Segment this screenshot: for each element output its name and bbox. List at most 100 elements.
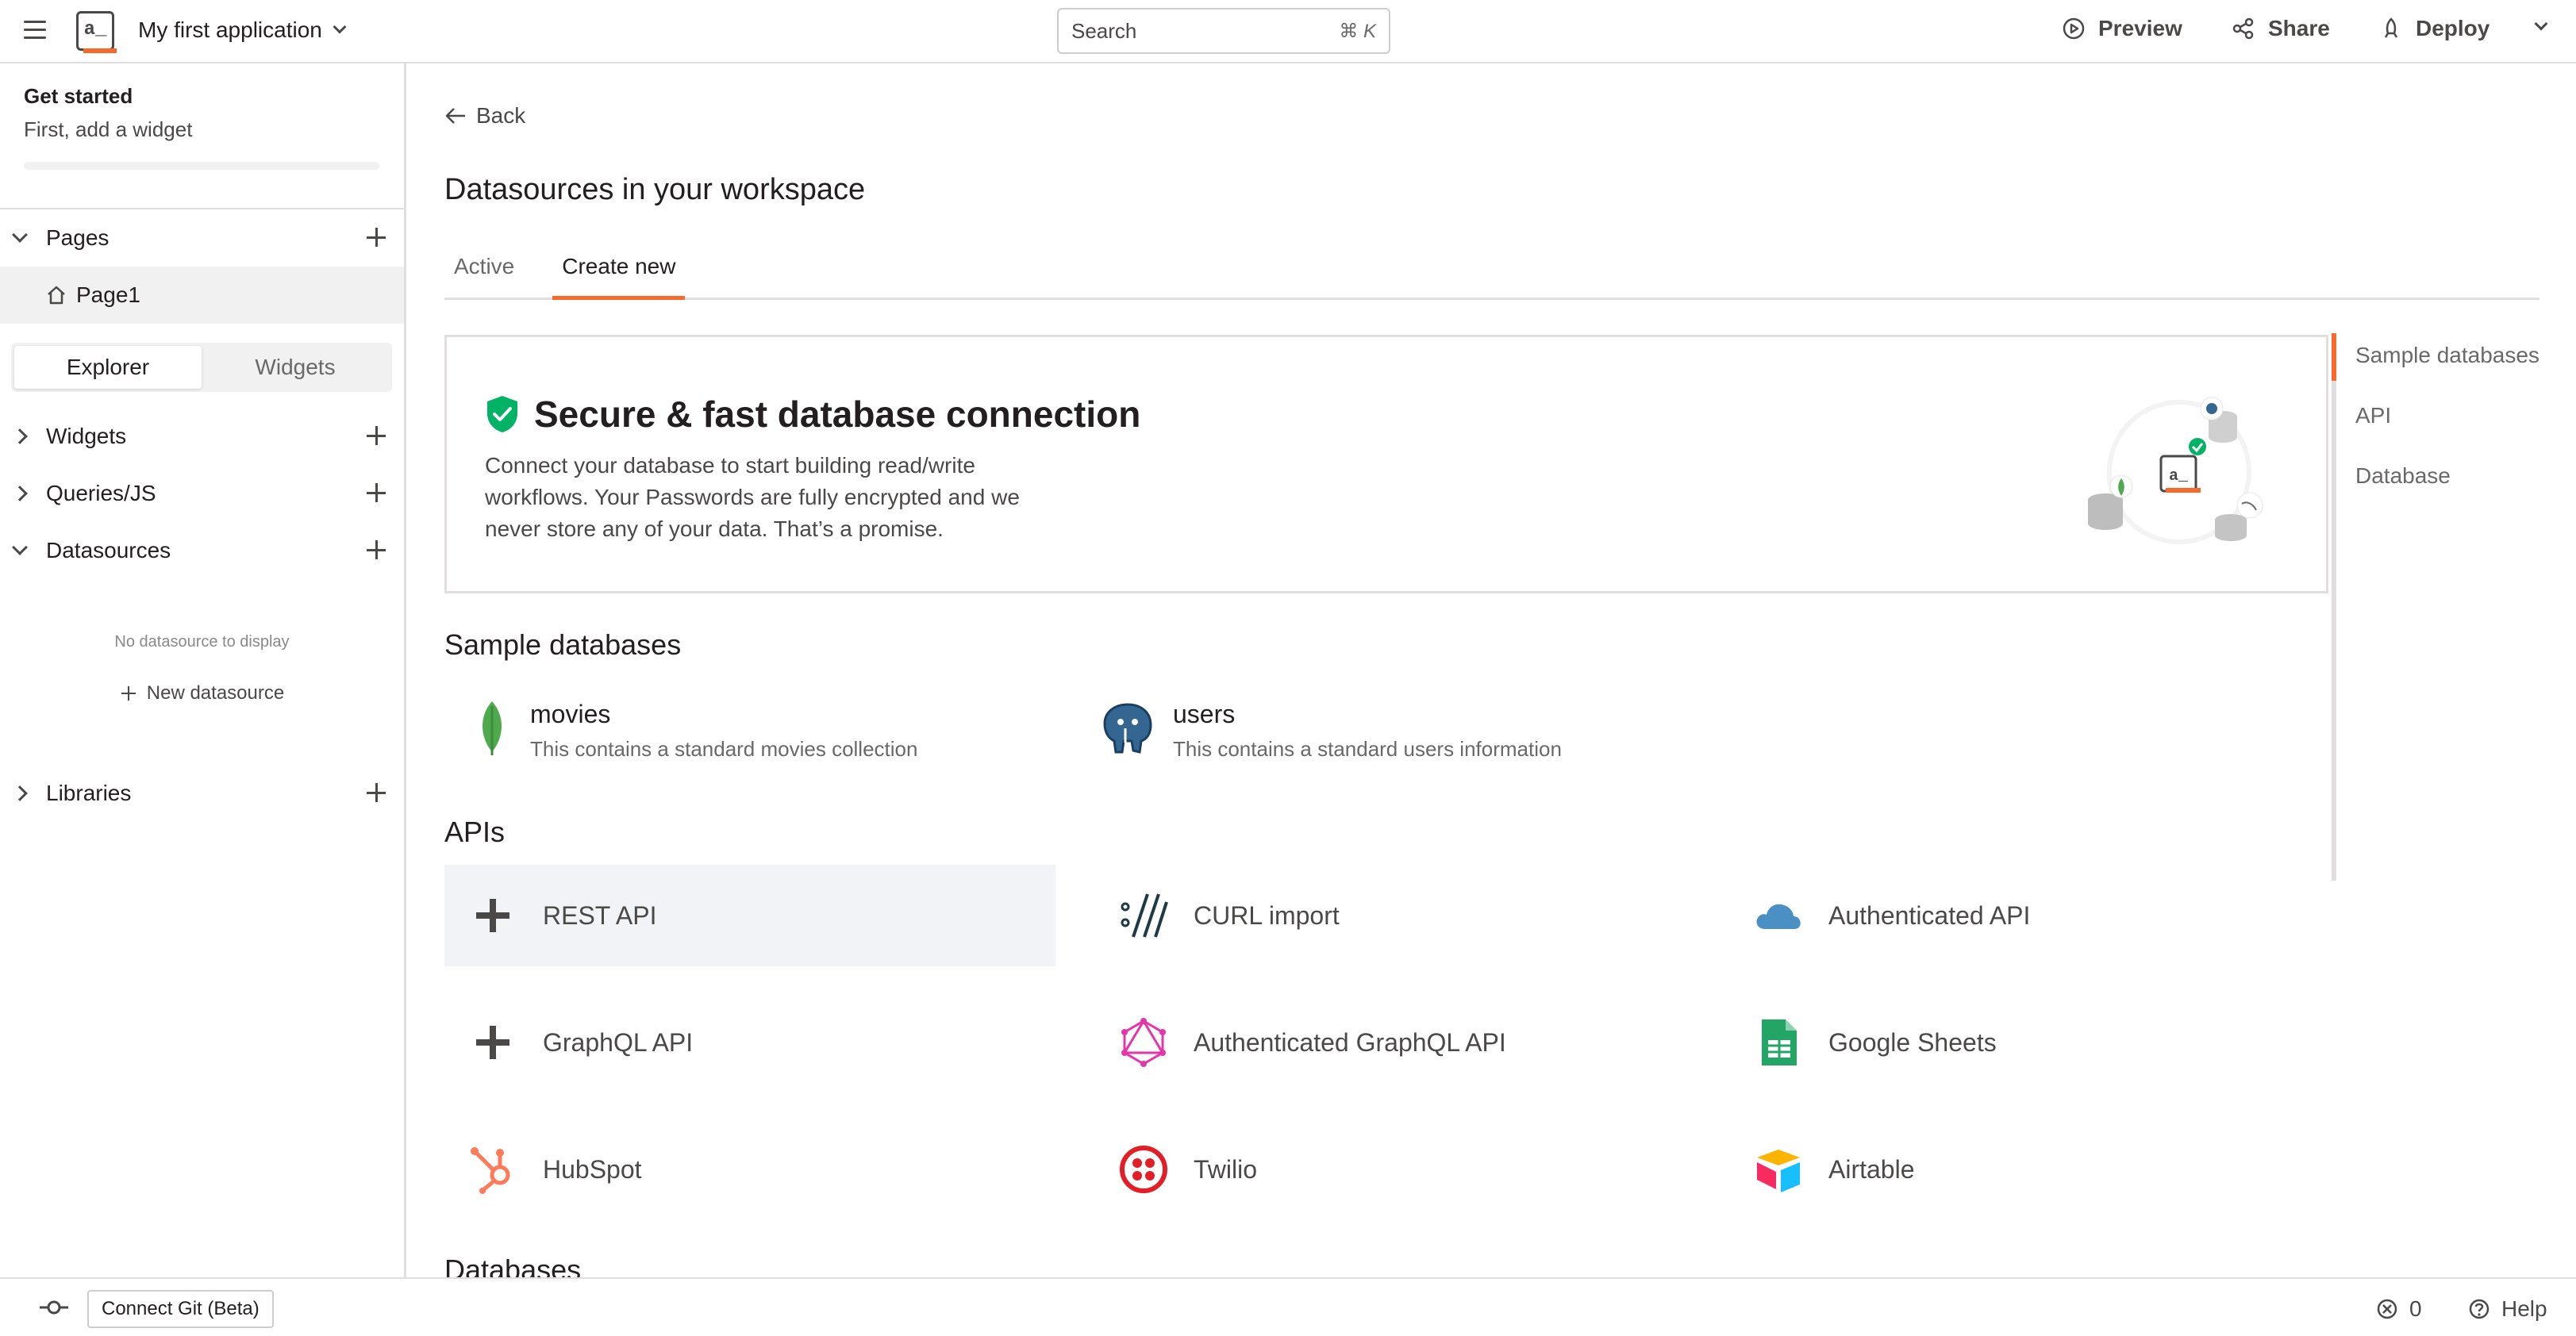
page1-label: Page1 bbox=[76, 282, 140, 307]
hubspot-card[interactable]: HubSpot bbox=[444, 1119, 1055, 1220]
sample-movies[interactable]: movies This contains a standard movies c… bbox=[471, 700, 917, 762]
pages-section-header[interactable]: Pages bbox=[0, 214, 404, 262]
rest-api-card[interactable]: REST API bbox=[444, 865, 1055, 966]
curl-icon bbox=[1121, 893, 1168, 938]
sample-users-name: users bbox=[1173, 700, 1236, 728]
banner-description: Connect your database to start building … bbox=[485, 450, 1088, 545]
banner-line-1: Connect your database to start building … bbox=[485, 453, 975, 478]
app-name-dropdown[interactable]: My first application bbox=[138, 17, 347, 43]
datasource-tabs: Active Create new bbox=[444, 251, 2539, 300]
sample-users-text: users This contains a standard users inf… bbox=[1173, 700, 1562, 762]
tab-create-new[interactable]: Create new bbox=[552, 251, 686, 300]
widgets-section-header[interactable]: Widgets bbox=[0, 413, 404, 460]
help-label: Help bbox=[2501, 1296, 2547, 1321]
postgresql-elephant-icon bbox=[1103, 703, 1152, 754]
database-illustration-icon: a_ bbox=[2088, 397, 2263, 544]
banner-line-2: workflows. Your Passwords are fully encr… bbox=[485, 485, 1020, 509]
connect-git-button[interactable]: Connect Git (Beta) bbox=[87, 1290, 274, 1328]
authenticated-api-card[interactable]: Authenticated API bbox=[1730, 865, 2341, 966]
page-title: Datasources in your workspace bbox=[444, 173, 866, 206]
share-icon bbox=[2232, 17, 2254, 40]
twilio-icon bbox=[1120, 1146, 1167, 1193]
nav-database[interactable]: Database bbox=[2355, 463, 2451, 489]
secure-connection-banner: Secure & fast database connection Connec… bbox=[444, 335, 2328, 593]
error-circle-icon bbox=[2377, 1299, 2397, 1319]
graphql-api-card[interactable]: GraphQL API bbox=[444, 992, 1055, 1093]
rest-api-label: REST API bbox=[543, 900, 657, 930]
deploy-options-chevron-icon[interactable] bbox=[2534, 17, 2548, 31]
top-header: a_ My first application Search ⌘ K Previ… bbox=[0, 0, 2576, 63]
tab-active[interactable]: Active bbox=[444, 251, 524, 300]
plus-icon bbox=[476, 899, 509, 932]
help-circle-icon bbox=[2469, 1299, 2489, 1319]
google-sheets-card[interactable]: Google Sheets bbox=[1730, 992, 2341, 1093]
airtable-label: Airtable bbox=[1828, 1154, 1915, 1184]
queries-section-header[interactable]: Queries/JS bbox=[0, 470, 404, 517]
preview-label: Preview bbox=[2098, 16, 2182, 40]
arrow-left-icon bbox=[445, 108, 465, 124]
sidebar-item-page1[interactable]: Page1 bbox=[0, 267, 404, 324]
tab-explorer[interactable]: Explorer bbox=[14, 346, 202, 389]
deploy-button[interactable]: Deploy bbox=[2379, 16, 2489, 41]
help-button[interactable]: Help bbox=[2468, 1296, 2547, 1322]
get-started-title[interactable]: Get started bbox=[24, 84, 133, 109]
app-name: My first application bbox=[138, 17, 322, 42]
menu-icon[interactable] bbox=[24, 21, 46, 40]
datasources-label: Datasources bbox=[46, 538, 171, 562]
bottom-bar: Connect Git (Beta) 0 Help bbox=[0, 1277, 2576, 1336]
search-placeholder: Search bbox=[1071, 18, 1137, 43]
section-jump-nav: Sample databases API Database bbox=[2332, 333, 2570, 881]
airtable-icon bbox=[1757, 1150, 1800, 1192]
graphql-api-label: GraphQL API bbox=[543, 1027, 694, 1057]
add-widget-icon[interactable] bbox=[364, 424, 388, 447]
error-count[interactable]: 0 bbox=[2376, 1296, 2422, 1322]
new-datasource-button[interactable]: New datasource bbox=[0, 682, 404, 704]
authenticated-graphql-api-label: Authenticated GraphQL API bbox=[1194, 1027, 1506, 1057]
tab-widgets[interactable]: Widgets bbox=[202, 346, 389, 389]
add-page-icon[interactable] bbox=[364, 225, 388, 249]
pages-label: Pages bbox=[46, 225, 110, 250]
svg-text:a_: a_ bbox=[2169, 467, 2189, 486]
share-label: Share bbox=[2268, 16, 2330, 40]
authenticated-api-label: Authenticated API bbox=[1828, 900, 2031, 930]
sample-movies-name: movies bbox=[530, 700, 611, 728]
explorer-widgets-toggle: Explorer Widgets bbox=[11, 343, 392, 392]
curl-import-card[interactable]: CURL import bbox=[1095, 865, 1706, 966]
search-shortcut: ⌘ K bbox=[1339, 20, 1376, 42]
apis-heading: APIs bbox=[444, 816, 506, 848]
chevron-right-icon bbox=[12, 486, 28, 501]
add-library-icon[interactable] bbox=[364, 781, 388, 804]
sidebar-divider bbox=[0, 208, 404, 209]
error-count-value: 0 bbox=[2409, 1296, 2422, 1321]
add-query-icon[interactable] bbox=[364, 481, 388, 505]
play-circle-icon bbox=[2063, 17, 2085, 40]
hubspot-label: HubSpot bbox=[543, 1154, 642, 1184]
twilio-card[interactable]: Twilio bbox=[1095, 1119, 1706, 1220]
curl-import-label: CURL import bbox=[1194, 900, 1340, 930]
active-section-indicator bbox=[2332, 333, 2336, 381]
hubspot-icon bbox=[471, 1147, 510, 1194]
airtable-card[interactable]: Airtable bbox=[1730, 1119, 2341, 1220]
banner-title: Secure & fast database connection bbox=[534, 394, 1141, 435]
preview-button[interactable]: Preview bbox=[2062, 16, 2182, 41]
shield-check-icon bbox=[487, 396, 517, 432]
add-datasource-icon[interactable] bbox=[364, 538, 388, 562]
libraries-label: Libraries bbox=[46, 781, 132, 805]
sample-movies-desc: This contains a standard movies collecti… bbox=[530, 737, 918, 761]
nav-api[interactable]: API bbox=[2355, 403, 2391, 428]
back-link[interactable]: Back bbox=[444, 103, 525, 129]
plus-icon bbox=[120, 685, 137, 702]
rocket-icon bbox=[2384, 17, 2398, 38]
appsmith-logo[interactable]: a_ bbox=[76, 11, 117, 53]
share-button[interactable]: Share bbox=[2232, 16, 2330, 41]
datasources-section-header[interactable]: Datasources bbox=[0, 527, 404, 574]
graphql-icon bbox=[1121, 1018, 1166, 1067]
nav-sample-databases[interactable]: Sample databases bbox=[2355, 343, 2539, 368]
plus-icon bbox=[476, 1026, 509, 1059]
authenticated-graphql-api-card[interactable]: Authenticated GraphQL API bbox=[1095, 992, 1706, 1093]
sample-users[interactable]: users This contains a standard users inf… bbox=[1100, 700, 1562, 762]
google-sheets-icon bbox=[1762, 1019, 1797, 1065]
libraries-section-header[interactable]: Libraries bbox=[0, 770, 404, 817]
search-input[interactable]: Search ⌘ K bbox=[1057, 8, 1390, 54]
deploy-label: Deploy bbox=[2416, 16, 2490, 40]
